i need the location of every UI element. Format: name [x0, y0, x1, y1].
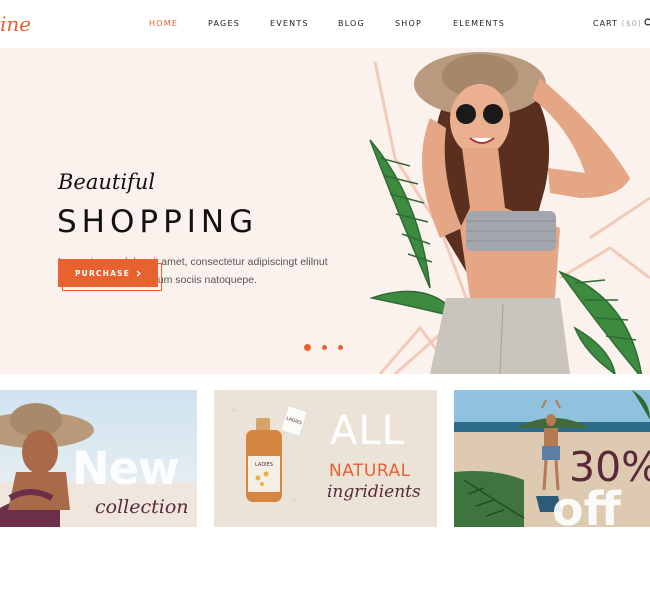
hero-slider: Beautiful SHOPPING Lorem ipsum dolor sit…: [0, 48, 650, 374]
site-header: ine HOME PAGES EVENTS BLOG SHOP ELEMENTS…: [0, 0, 650, 48]
hero-script-title: Beautiful: [58, 170, 156, 194]
slider-pagination: [304, 343, 343, 351]
promo-card-new-collection[interactable]: New collection: [0, 390, 197, 527]
promo-new-title: New: [72, 442, 180, 495]
cart-amount: ($0): [621, 19, 642, 28]
nav-shop[interactable]: SHOP: [395, 19, 422, 28]
chevron-right-icon: [136, 270, 141, 276]
promo-all-title: ALL: [330, 408, 405, 454]
nav-events[interactable]: EVENTS: [270, 19, 309, 28]
slider-dot-2[interactable]: [322, 344, 327, 350]
promo-collection-script: collection: [95, 496, 189, 518]
promo-ingridients-script: ingridients: [327, 482, 421, 502]
purchase-button[interactable]: PURCHASE: [58, 259, 158, 287]
promo-natural-subtitle: NATURAL: [329, 461, 411, 481]
slider-dot-3[interactable]: [338, 344, 343, 350]
nav-home[interactable]: HOME: [149, 19, 178, 28]
nav-blog[interactable]: BLOG: [338, 19, 365, 28]
search-icon[interactable]: [644, 18, 650, 28]
slider-dot-1[interactable]: [304, 343, 311, 351]
hero-title: SHOPPING: [57, 204, 259, 240]
nav-elements[interactable]: ELEMENTS: [453, 19, 505, 28]
cart-link[interactable]: CART ($0): [593, 19, 642, 28]
promo-off-text: off: [552, 482, 621, 536]
nav-pages[interactable]: PAGES: [208, 19, 240, 28]
bottle-label: LADIES: [255, 462, 273, 468]
purchase-button-label: PURCHASE: [74, 268, 131, 278]
cart-label: CART: [593, 19, 618, 28]
main-nav: HOME PAGES EVENTS BLOG SHOP ELEMENTS: [0, 19, 650, 31]
